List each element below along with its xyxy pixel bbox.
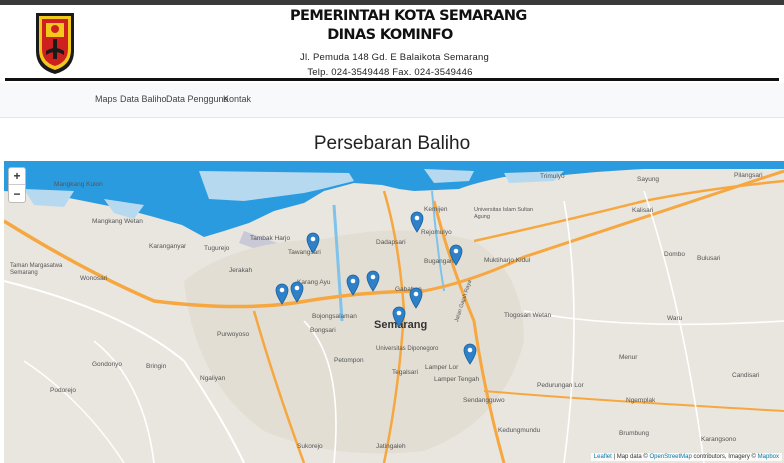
- openstreetmap-link[interactable]: OpenStreetMap: [649, 454, 691, 460]
- label-pedurungan-lor: Pedurungan Lor: [537, 382, 584, 389]
- label-podorejo: Podorejo: [50, 387, 77, 394]
- label-rejomulyo: Rejomulyo: [421, 229, 452, 236]
- label-karanganyar: Karanganyar: [149, 243, 187, 250]
- label-jerakah: Jerakah: [229, 267, 253, 274]
- map-marker[interactable]: [463, 343, 477, 365]
- map-marker[interactable]: [449, 244, 463, 266]
- label-lamper-lor: Lamper Lor: [425, 364, 459, 371]
- label-tugurejo: Tugurejo: [204, 245, 230, 252]
- label-lamper-tengah: Lamper Tengah: [434, 376, 480, 383]
- label-karangsono: Karangsono: [701, 436, 737, 443]
- site-header: PEMERINTAH KOTA SEMARANG DINAS KOMINFO J…: [0, 5, 784, 81]
- attribution-map-data: | Map data ©: [613, 454, 648, 460]
- label-purwoyoso: Purwoyoso: [217, 331, 250, 338]
- nav-item-data-pengguna[interactable]: Data Pengguna: [166, 94, 229, 104]
- label-jatingaleh: Jatingaleh: [376, 443, 406, 450]
- label-tlogosari-wetan: Tlogosari Wetan: [504, 312, 552, 319]
- map-marker[interactable]: [409, 287, 423, 309]
- label-ngaliyan: Ngaliyan: [200, 375, 226, 382]
- label-sukorejo: Sukorejo: [297, 443, 323, 450]
- label-bongsari: Bongsari: [310, 327, 336, 334]
- label-muktiharjo-kidul: Muktiharjo Kidul: [484, 257, 531, 264]
- label-dombo: Dombo: [664, 251, 685, 258]
- label-universitas-islam: Universitas Islam Sultan Agung: [474, 207, 533, 220]
- label-gondoriyo: Gondoriyo: [92, 361, 122, 368]
- zoom-control: + −: [8, 167, 26, 203]
- label-trimulyo: Trimulyo: [540, 173, 565, 180]
- map-marker[interactable]: [410, 211, 424, 233]
- map-view[interactable]: Mangkang Kulon Mangkang Wetan Karanganya…: [4, 161, 784, 463]
- nav-item-data-baliho[interactable]: Data Baliho: [120, 94, 167, 104]
- department-title: DINAS KOMINFO: [327, 27, 453, 43]
- label-pilangsari: Pilangsari: [734, 172, 763, 179]
- label-brumbung: Brumbung: [619, 430, 649, 437]
- label-kemijen: Kemijen: [424, 206, 448, 213]
- label-taman-margasatwa: Taman Margasatwa Semarang: [10, 263, 63, 276]
- label-dadapsari: Dadapsari: [376, 239, 406, 246]
- label-kedungmundu: Kedungmundu: [498, 427, 541, 434]
- nav-item-kontak[interactable]: Kontak: [223, 94, 251, 104]
- map-marker[interactable]: [366, 270, 380, 292]
- zoom-in-button[interactable]: +: [9, 168, 25, 185]
- label-ngemplak: Ngemplak: [626, 397, 656, 404]
- map-marker[interactable]: [392, 306, 406, 328]
- map-marker[interactable]: [346, 274, 360, 296]
- nav-item-maps[interactable]: Maps: [95, 94, 117, 104]
- map-marker[interactable]: [290, 281, 304, 303]
- label-tegalsari: Tegalsari: [392, 369, 419, 376]
- label-bulusari: Bulusari: [697, 255, 721, 262]
- map-marker[interactable]: [306, 232, 320, 254]
- label-candisari: Candisari: [732, 372, 760, 379]
- page-title: Persebaran Baliho: [313, 133, 471, 154]
- city-emblem-logo: [36, 13, 74, 74]
- label-bojongsalaman: Bojongsalaman: [312, 313, 357, 320]
- label-sendangguwo: Sendangguwo: [463, 397, 505, 404]
- phone-text: Telp. 024-3549448 Fax. 024-3549446: [307, 67, 473, 78]
- institution-title: PEMERINTAH KOTA SEMARANG: [290, 8, 527, 24]
- label-sayung: Sayung: [637, 176, 660, 183]
- header-divider: [5, 78, 779, 81]
- label-kalisari: Kalisari: [632, 207, 654, 214]
- label-tambak-harjo: Tambak Harjo: [250, 235, 291, 242]
- zoom-out-button[interactable]: −: [9, 186, 25, 203]
- mapbox-link[interactable]: Mapbox: [758, 454, 779, 460]
- label-bringin: Bringin: [146, 363, 167, 370]
- label-universitas-diponegoro: Universitas Diponegoro: [376, 346, 439, 352]
- leaflet-link[interactable]: Leaflet: [594, 454, 612, 460]
- label-waru: Waru: [667, 315, 683, 322]
- address-text: Jl. Pemuda 148 Gd. E Balaikota Semarang: [300, 52, 489, 63]
- navbar: Maps Data Baliho Data Pengguna Kontak: [0, 83, 784, 118]
- label-mangkang-kulon: Mangkang Kulon: [54, 181, 103, 188]
- attribution-contributors: contributors, Imagery ©: [693, 454, 756, 460]
- label-wonosari: Wonosari: [80, 275, 108, 282]
- map-marker[interactable]: [275, 283, 289, 305]
- label-menur: Menur: [619, 354, 638, 361]
- map-attribution: Leaflet | Map data © OpenStreetMap contr…: [590, 453, 782, 461]
- label-mangkang-wetan: Mangkang Wetan: [92, 218, 143, 225]
- label-petompon: Petompon: [334, 357, 364, 364]
